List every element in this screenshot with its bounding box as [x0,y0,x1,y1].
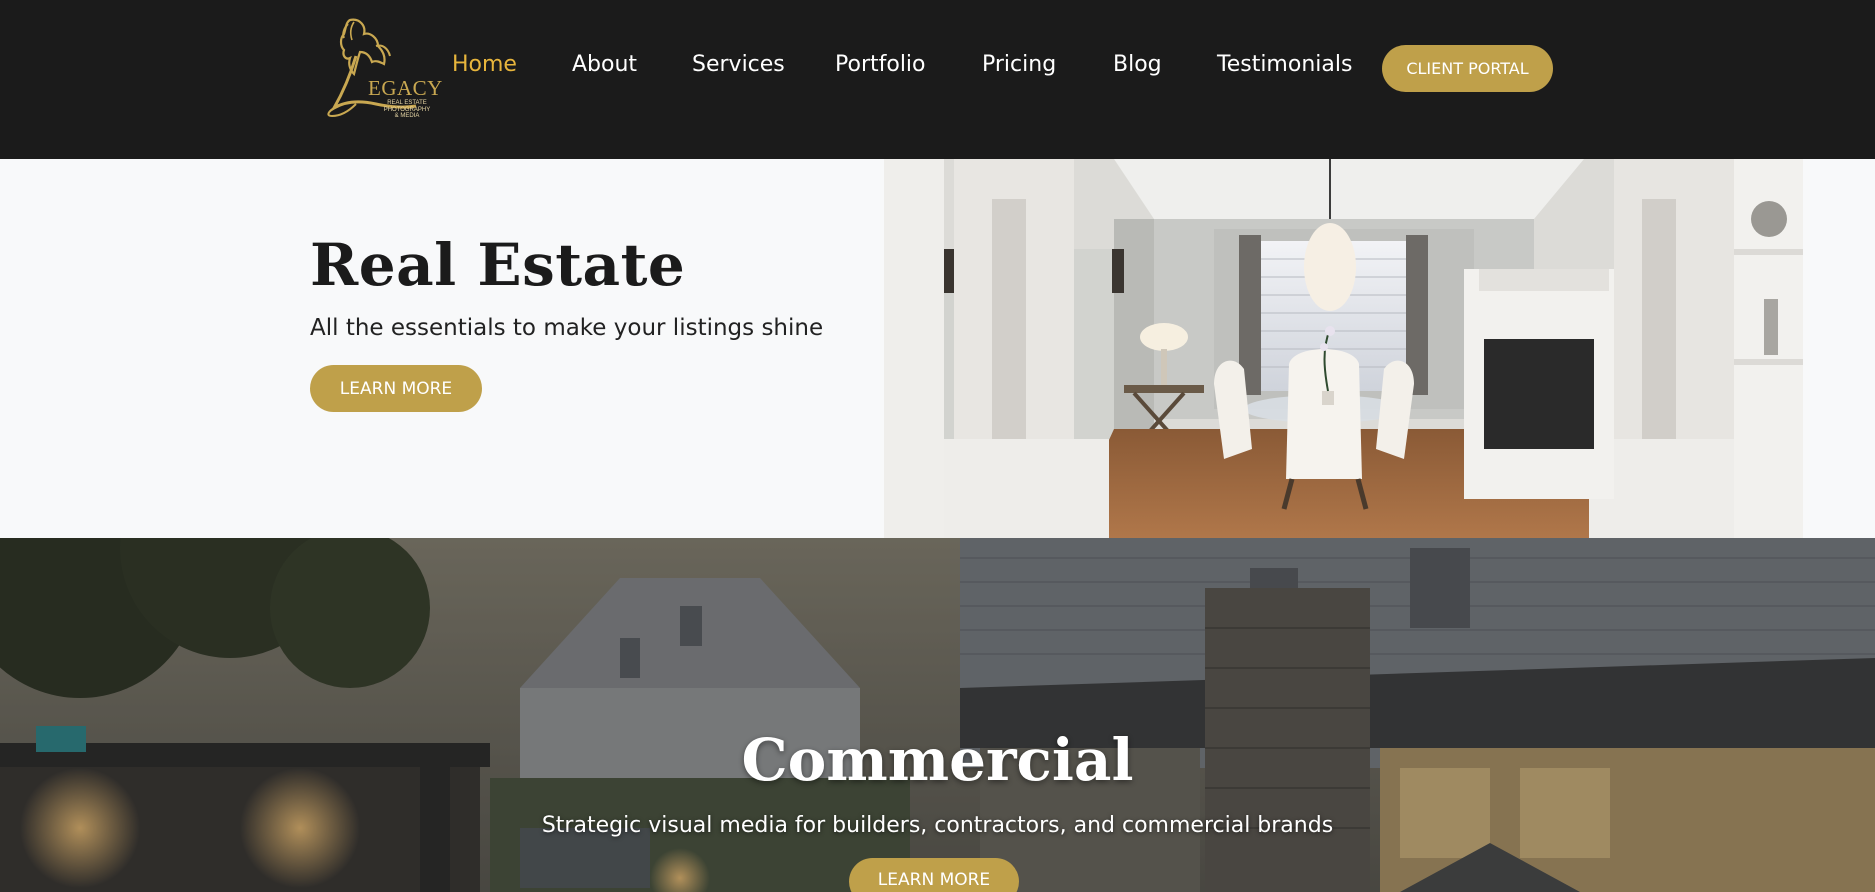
logo-tagline-line: & MEDIA [394,113,420,119]
real-estate-learn-more-button[interactable]: LEARN MORE [310,365,482,412]
commercial-title: Commercial [741,726,1134,794]
nav-item-portfolio[interactable]: Portfolio [835,52,926,77]
real-estate-subtitle: All the essentials to make your listings… [310,315,824,341]
nav-item-services[interactable]: Services [692,52,785,77]
real-estate-section: Real Estate All the essentials to make y… [0,159,1875,538]
nav-item-pricing[interactable]: Pricing [982,52,1056,77]
commercial-subtitle: Strategic visual media for builders, con… [541,813,1334,838]
real-estate-photo [884,159,1803,538]
real-estate-title: Real Estate [310,231,686,299]
logo-wordmark: EGACY [368,76,443,100]
nav-item-testimonials[interactable]: Testimonials [1217,52,1352,77]
logo-tagline: REAL ESTATE PHOTOGRAPHY & MEDIA [382,100,432,120]
commercial-section: Commercial Strategic visual media for bu… [0,538,1875,892]
site-header: EGACY REAL ESTATE PHOTOGRAPHY & MEDIA Ho… [0,0,1875,159]
commercial-dark-overlay [0,538,1875,892]
client-portal-button[interactable]: CLIENT PORTAL [1382,45,1553,92]
nav-item-blog[interactable]: Blog [1113,52,1162,77]
site-logo[interactable]: EGACY REAL ESTATE PHOTOGRAPHY & MEDIA [320,16,442,124]
dining-room-image [884,159,1803,538]
nav-item-about[interactable]: About [572,52,637,77]
nav-item-home[interactable]: Home [452,52,517,77]
logo-tagline-line: REAL ESTATE [387,100,427,106]
commercial-learn-more-button[interactable]: LEARN MORE [849,858,1019,892]
